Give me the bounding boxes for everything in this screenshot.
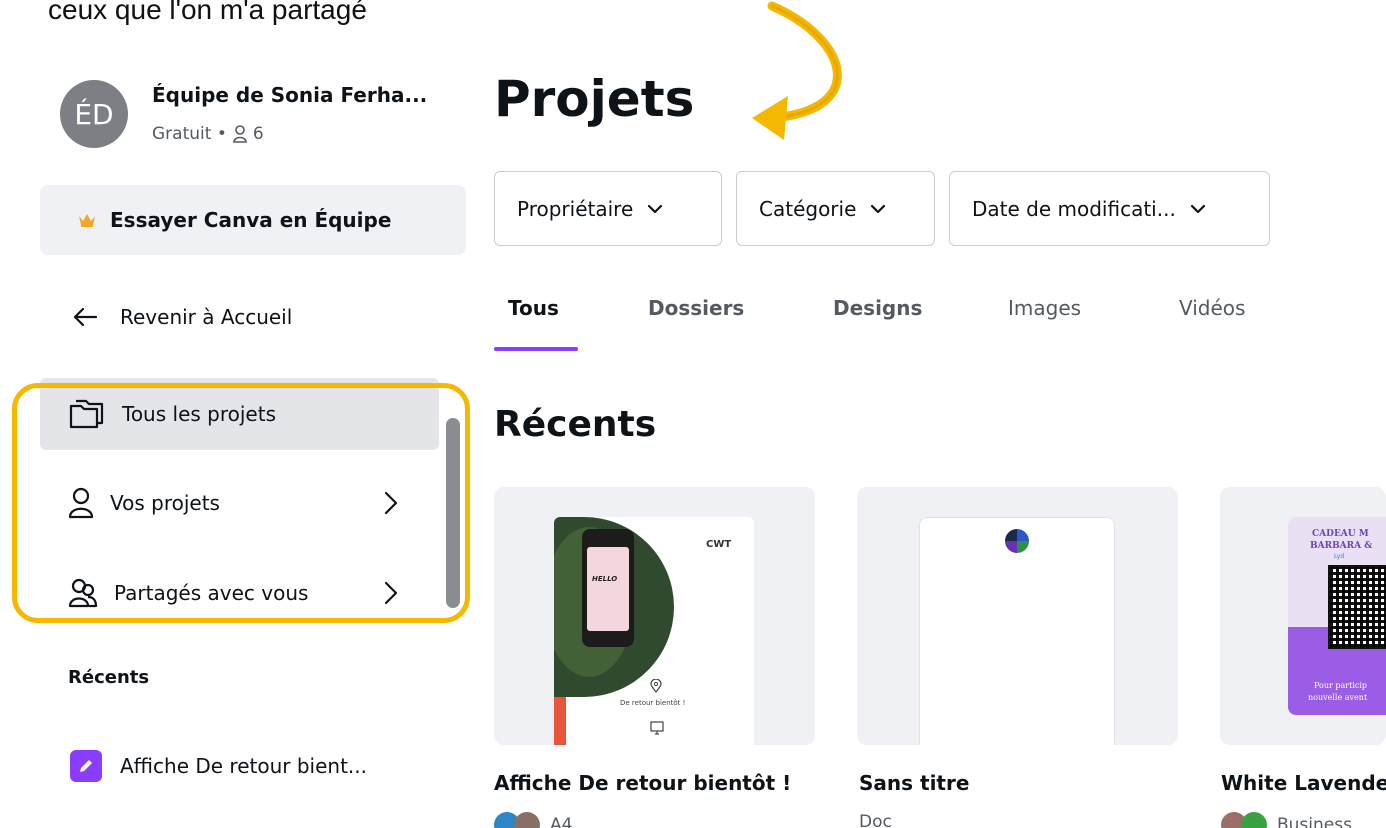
chevron-down-icon (648, 204, 663, 213)
team-avatar[interactable]: ÉD (60, 80, 128, 148)
sidebar-recent-item[interactable]: Affiche De retour bient... (70, 750, 367, 782)
try-canva-teams-label: Essayer Canva en Équipe (110, 208, 392, 232)
design-card-type: A4 (550, 815, 573, 828)
tab-folders[interactable]: Dossiers (648, 296, 744, 320)
thumb-badge: Lyd (1334, 553, 1345, 560)
collaborator-avatar (514, 812, 540, 828)
thumb-caption: De retour bientôt ! (620, 699, 686, 707)
design-card-title[interactable]: Affiche De retour bientôt ! (494, 771, 791, 795)
thumb-heading: BARBARA & (1310, 541, 1373, 551)
thumb-footer: Pour particip (1314, 681, 1368, 690)
crown-icon (79, 214, 95, 227)
arrow-left-icon (73, 307, 98, 327)
thumb-hello-text: HELLO (592, 575, 618, 583)
sidebar-recent-label: Affiche De retour bient... (120, 754, 367, 778)
members-icon (233, 125, 247, 143)
sidebar-scrollbar[interactable] (446, 418, 460, 608)
sidebar-item-all-projects[interactable]: Tous les projets (40, 378, 439, 450)
team-name[interactable]: Équipe de Sonia Ferha... (152, 83, 427, 107)
design-card-meta: A4 (494, 812, 572, 828)
poster-thumbnail: HELLO CWT De retour bientôt ! (554, 517, 754, 745)
sidebar-item-your-projects[interactable]: Vos projets (40, 467, 439, 539)
filter-modified-date-dropdown[interactable]: Date de modificati... (949, 171, 1270, 246)
design-card-thumbnail[interactable]: CADEAU M BARBARA & Lyd Pour particip nou… (1220, 487, 1386, 745)
tutorial-caption: ceux que l'on m'a partagé (48, 0, 367, 25)
page-title: Projets (494, 70, 695, 128)
design-card-meta: Doc (859, 812, 892, 828)
sidebar-recents-heading: Récents (68, 667, 150, 688)
chevron-right-icon[interactable] (384, 491, 398, 515)
back-to-home-link[interactable]: Revenir à Accueil (72, 305, 292, 329)
sidebar-item-shared-with-you[interactable]: Partagés avec vous (40, 557, 439, 629)
person-icon (68, 487, 94, 519)
members-count: 6 (252, 124, 264, 144)
filter-label: Propriétaire (517, 196, 634, 221)
filter-owner-dropdown[interactable]: Propriétaire (494, 171, 722, 246)
design-card-title[interactable]: White Lavende (1221, 771, 1386, 795)
filter-category-dropdown[interactable]: Catégorie (736, 171, 935, 246)
try-canva-teams-button[interactable]: Essayer Canva en Équipe (40, 185, 466, 255)
design-edit-icon (70, 750, 102, 782)
tab-designs[interactable]: Designs (833, 296, 922, 320)
design-card-thumbnail[interactable]: HELLO CWT De retour bientôt ! (494, 487, 815, 745)
team-plan-info: Gratuit • 6 (152, 124, 264, 144)
chevron-down-icon (871, 204, 886, 213)
sidebar-item-label: Tous les projets (122, 402, 276, 426)
sidebar-item-label: Vos projets (110, 491, 220, 515)
recents-section-title: Récents (494, 404, 657, 445)
chevron-right-icon[interactable] (384, 581, 398, 605)
design-card-thumbnail[interactable] (857, 487, 1178, 745)
folders-icon (69, 399, 104, 429)
filter-label: Date de modificati... (972, 196, 1176, 221)
design-card-type: Doc (859, 812, 892, 828)
thumb-footer: nouvelle avent (1308, 693, 1368, 702)
active-tab-indicator (494, 347, 578, 351)
doc-thumbnail (919, 517, 1115, 745)
design-card-meta: Business (1221, 812, 1352, 828)
collaborator-avatar (1241, 812, 1267, 828)
tab-videos[interactable]: Vidéos (1179, 296, 1245, 320)
thumb-heading: CADEAU M (1312, 529, 1369, 539)
people-icon (68, 578, 98, 608)
monitor-icon (650, 721, 664, 735)
location-pin-icon (650, 679, 662, 693)
qr-code-graphic (1328, 565, 1386, 649)
filter-label: Catégorie (759, 196, 857, 221)
annotation-arrow (752, 1, 842, 140)
certificate-thumbnail: CADEAU M BARBARA & Lyd Pour particip nou… (1288, 517, 1386, 715)
sidebar-item-label: Partagés avec vous (114, 581, 309, 605)
chevron-down-icon (1190, 204, 1205, 213)
phone-image: HELLO (582, 529, 634, 647)
design-card-title[interactable]: Sans titre (859, 771, 969, 795)
team-plan: Gratuit • (152, 124, 227, 144)
design-card-type: Business (1277, 815, 1352, 828)
tab-all[interactable]: Tous (508, 296, 559, 320)
tab-images[interactable]: Images (1008, 296, 1081, 320)
thumb-logo: CWT (706, 539, 732, 550)
back-to-home-label: Revenir à Accueil (120, 305, 293, 329)
pie-chart-graphic (1005, 529, 1029, 553)
